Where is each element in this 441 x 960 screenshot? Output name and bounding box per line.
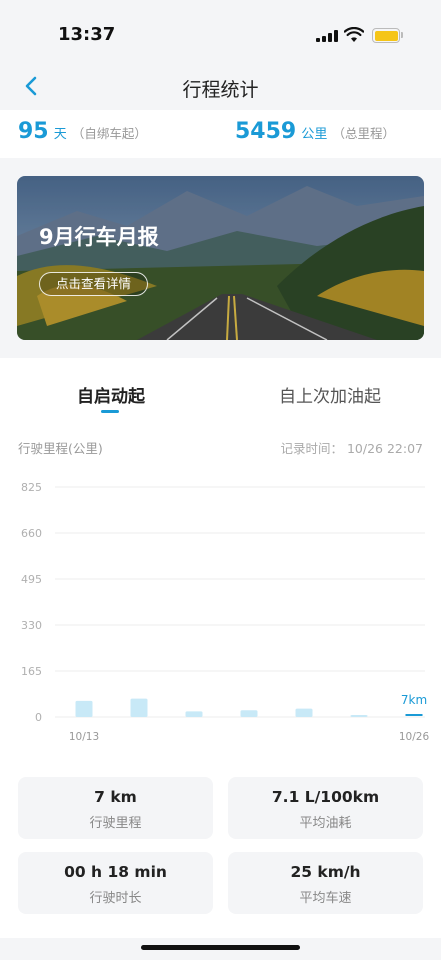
tab-since-refuel[interactable]: 自上次加油起 (279, 382, 381, 407)
mileage-value: 5459 (235, 119, 297, 144)
chart-y-tick-label: 0 (35, 711, 42, 724)
tab-since-start[interactable]: 自启动起 (77, 382, 145, 407)
stat-label: 行驶时长 (89, 891, 142, 906)
stat-value: 25 km/h (290, 863, 361, 881)
wifi-icon (344, 27, 364, 42)
stat-value: 00 h 18 min (64, 863, 167, 881)
stat-value: 7.1 L/100km (271, 788, 380, 806)
chart-y-tick-label: 330 (21, 619, 42, 632)
mileage-unit: 公里 (301, 127, 328, 142)
chart-y-tick-label: 165 (21, 665, 42, 678)
chart-bar (130, 698, 148, 717)
days-value: 95 (18, 119, 49, 144)
chart-bar (240, 710, 258, 717)
mileage-note: （总里程） (332, 126, 395, 141)
monthly-report-banner[interactable]: 9月行车月报 点击查看详情 (17, 176, 424, 340)
road-landscape-image (17, 176, 424, 340)
status-time: 13:37 (58, 24, 116, 45)
chart-bar (405, 714, 423, 716)
chart-bar (350, 715, 368, 717)
stat-label: 行驶里程 (89, 816, 142, 831)
chart-x-tick-label: 10/26 (399, 731, 430, 743)
stat-label: 平均车速 (299, 891, 352, 906)
tab-indicator (101, 410, 119, 413)
chart-data-label: 7km (401, 693, 427, 707)
stat-value: 7 km (94, 788, 137, 806)
chart-y-tick-label: 495 (21, 573, 42, 586)
stat-card-distance: 7 km 行驶里程 (18, 777, 213, 839)
stat-label: 平均油耗 (299, 816, 352, 831)
days-summary: 95 天 （自绑车起） (18, 119, 147, 144)
mileage-summary: 5459 公里 （总里程） (235, 119, 395, 144)
chart-bar (295, 708, 313, 717)
chart-x-tick-label: 10/13 (69, 731, 99, 743)
days-unit: 天 (53, 127, 67, 142)
days-note: （自绑车起） (71, 126, 147, 141)
chart-bar (75, 700, 93, 717)
cellular-signal-icon (316, 30, 338, 42)
record-time: 记录时间： 10/26 22:07 (280, 441, 424, 456)
stat-card-duration: 00 h 18 min 行驶时长 (18, 852, 213, 914)
chart-bar (185, 711, 203, 717)
summary-strip: 95 天 （自绑车起） 5459 公里 （总里程） (0, 110, 441, 158)
battery-icon (372, 28, 400, 43)
home-indicator (141, 945, 300, 950)
view-details-button[interactable]: 点击查看详情 (39, 272, 149, 296)
battery-cap (401, 32, 403, 38)
page-title: 行程统计 (182, 79, 259, 101)
chart-y-tick-label: 825 (21, 481, 42, 494)
mileage-axis-label: 行驶里程(公里) (18, 441, 103, 456)
banner-title: 9月行车月报 (39, 225, 159, 249)
stat-card-speed: 25 km/h 平均车速 (228, 852, 423, 914)
stat-card-fuel: 7.1 L/100km 平均油耗 (228, 777, 423, 839)
chart-y-tick-label: 660 (21, 527, 42, 540)
mileage-bar-chart: 825 660 495 330 165 0 7km 10/13 10/26 (21, 481, 430, 743)
